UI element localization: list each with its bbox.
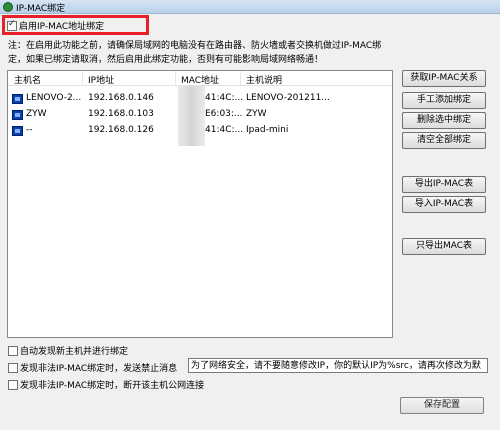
manual-add-binding-button[interactable]: 手工添加绑定 — [402, 92, 486, 109]
cell-description: ZYW — [246, 109, 267, 119]
window-titlebar: IP-MAC绑定 — [0, 0, 500, 14]
notice-text: 注：在启用此功能之前，请确保局域网的电脑没有在路由器、防火墙或者交换机做过IP-… — [8, 39, 448, 67]
column-header-description[interactable]: 主机说明 — [246, 73, 282, 86]
binding-table[interactable]: 主机名 IP地址 MAC地址 主机说明 LENOVO-2... 192.168.… — [7, 70, 393, 338]
export-mac-table-only-button[interactable]: 只导出MAC表 — [402, 238, 486, 255]
column-divider[interactable] — [175, 71, 176, 86]
cell-description: Ipad-mini — [246, 125, 289, 135]
column-divider[interactable] — [82, 71, 83, 86]
warning-message-input[interactable]: 为了网络安全，请不要随意修改IP，你的默认IP为%src，请再次修改为默 — [188, 358, 488, 373]
illegal-disconnect-option[interactable]: 发现非法IP-MAC绑定时，断开该主机公网连接 — [8, 378, 204, 391]
save-config-button[interactable]: 保存配置 — [400, 397, 484, 414]
enable-binding-label: 启用IP-MAC地址绑定 — [19, 22, 105, 32]
notice-line-1: 注：在启用此功能之前，请确保局域网的电脑没有在路由器、防火墙或者交换机做过IP-… — [8, 41, 382, 51]
redacted-mac-patch — [178, 86, 205, 146]
auto-discover-checkbox[interactable] — [8, 345, 18, 356]
notice-line-2: 定，如果已绑定请取消，然后启用此绑定功能，否则有可能影响局域网络畅通！ — [8, 55, 324, 65]
get-ip-mac-relation-button[interactable]: 获取IP-MAC关系 — [402, 70, 486, 87]
clear-all-bindings-button[interactable]: 清空全部绑定 — [402, 132, 486, 149]
delete-selected-binding-button[interactable]: 删除选中绑定 — [402, 112, 486, 129]
cell-ip: 192.168.0.146 — [88, 93, 154, 103]
illegal-disconnect-label: 发现非法IP-MAC绑定时，断开该主机公网连接 — [20, 381, 205, 391]
computer-icon — [12, 94, 23, 104]
cell-hostname: LENOVO-2... — [26, 93, 82, 103]
enable-binding-checkbox[interactable]: 启用IP-MAC地址绑定 — [7, 19, 104, 32]
window-title: IP-MAC绑定 — [16, 4, 66, 14]
computer-icon — [12, 126, 23, 136]
illegal-send-message-option[interactable]: 发现非法IP-MAC绑定时，发送禁止消息 — [8, 361, 177, 374]
cell-ip: 192.168.0.103 — [88, 109, 154, 119]
cell-hostname: ZYW — [26, 109, 47, 119]
import-ip-mac-table-button[interactable]: 导入IP-MAC表 — [402, 196, 486, 213]
column-header-hostname[interactable]: 主机名 — [14, 73, 41, 86]
table-header: 主机名 IP地址 MAC地址 主机说明 — [8, 71, 392, 86]
cell-ip: 192.168.0.126 — [88, 125, 154, 135]
cell-mac: 41:4C:... — [205, 93, 244, 103]
enable-binding-check-icon[interactable] — [7, 19, 17, 31]
illegal-send-message-label: 发现非法IP-MAC绑定时，发送禁止消息 — [20, 364, 178, 374]
app-icon — [3, 2, 13, 12]
auto-discover-option[interactable]: 自动发现新主机并进行绑定 — [8, 344, 128, 357]
computer-icon — [12, 110, 23, 120]
illegal-disconnect-checkbox[interactable] — [8, 379, 18, 390]
cell-mac: 41:4C:... — [205, 125, 244, 135]
column-header-mac[interactable]: MAC地址 — [181, 73, 219, 86]
cell-description: LENOVO-201211... — [246, 93, 330, 103]
column-header-ip[interactable]: IP地址 — [88, 73, 114, 86]
column-divider[interactable] — [240, 71, 241, 86]
auto-discover-label: 自动发现新主机并进行绑定 — [20, 347, 129, 357]
export-ip-mac-table-button[interactable]: 导出IP-MAC表 — [402, 176, 486, 193]
cell-mac: E6:03:... — [205, 109, 243, 119]
illegal-send-message-checkbox[interactable] — [8, 362, 18, 373]
cell-hostname: -- — [26, 125, 33, 135]
